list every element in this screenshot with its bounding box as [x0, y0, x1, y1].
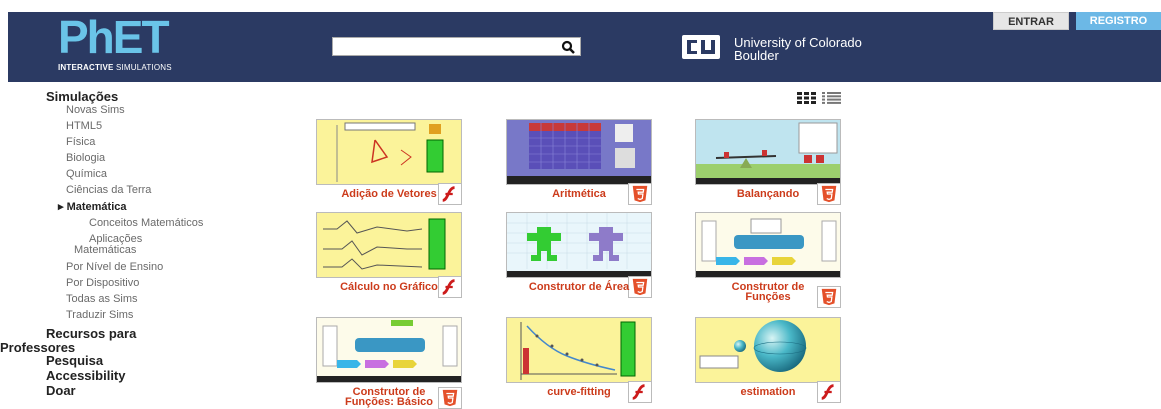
- sim-title[interactable]: Cálculo no Gráfico: [316, 282, 462, 293]
- sidebar-item[interactable]: Traduzir Sims: [66, 309, 133, 321]
- sidebar-item[interactable]: Por Nível de Ensino: [66, 261, 163, 273]
- sim-thumbnail[interactable]: [695, 212, 841, 278]
- sim-card[interactable]: Construtor de Funções: Básico: [316, 317, 462, 409]
- sidebar-item-active[interactable]: ▸ Matemática: [58, 200, 127, 213]
- sim-thumbnail[interactable]: [316, 317, 462, 383]
- sim-card[interactable]: curve-fitting: [506, 317, 652, 403]
- logo-main: PhET: [58, 11, 170, 63]
- sidebar-donate[interactable]: Doar: [46, 383, 76, 398]
- sim-card[interactable]: Construtor de Funções: [695, 212, 841, 308]
- sim-card[interactable]: estimation: [695, 317, 841, 403]
- sim-title[interactable]: Aritmética: [506, 189, 652, 200]
- sidebar-item[interactable]: Ciências da Terra: [66, 184, 151, 196]
- logo-sub: INTERACTIVE SIMULATIONS: [58, 63, 172, 72]
- sim-thumbnail[interactable]: [506, 212, 652, 278]
- sim-thumbnail[interactable]: [316, 119, 462, 185]
- sidebar-accessibility[interactable]: Accessibility: [46, 368, 126, 383]
- active-label: Matemática: [66, 201, 127, 213]
- sidebar-item[interactable]: Novas Sims: [66, 104, 125, 116]
- sidebar-teacher-resources-line1[interactable]: Recursos para: [46, 326, 136, 341]
- sidebar-item[interactable]: Por Dispositivo: [66, 277, 139, 289]
- sim-card[interactable]: Cálculo no Gráfico: [316, 212, 462, 298]
- sim-card[interactable]: Aritmética: [506, 119, 652, 205]
- sidebar-subitem[interactable]: Conceitos Matemáticos: [89, 217, 203, 229]
- cu-boulder-brand[interactable]: University of Colorado Boulder: [681, 32, 911, 64]
- list-view-icon[interactable]: [822, 92, 841, 104]
- sim-thumbnail[interactable]: [695, 119, 841, 185]
- logo-sub-bold: INTERACTIVE: [58, 63, 114, 72]
- sim-title[interactable]: Construtor de Área: [506, 282, 652, 293]
- sim-card[interactable]: Construtor de Área: [506, 212, 652, 298]
- logo-sub-rest: SIMULATIONS: [113, 63, 172, 72]
- sim-title[interactable]: estimation: [695, 387, 841, 398]
- search-icon[interactable]: [561, 40, 575, 54]
- sidebar-item[interactable]: Química: [66, 168, 107, 180]
- sim-title[interactable]: Balançando: [695, 189, 841, 200]
- sim-card[interactable]: Balançando: [695, 119, 841, 205]
- register-button[interactable]: REGISTRO: [1076, 12, 1161, 30]
- login-button[interactable]: ENTRAR: [993, 12, 1069, 30]
- sim-thumbnail[interactable]: [506, 317, 652, 383]
- view-toggle: [797, 92, 841, 104]
- sim-card[interactable]: Adição de Vetores: [316, 119, 462, 205]
- cu-logo-icon: [682, 35, 720, 59]
- sim-thumbnail[interactable]: [316, 212, 462, 278]
- sim-title-line2[interactable]: Funções: Básico: [316, 397, 462, 408]
- grid-view-icon[interactable]: [797, 92, 816, 104]
- search-input[interactable]: [332, 37, 581, 56]
- sidebar-item[interactable]: Física: [66, 136, 95, 148]
- sidebar-simulations[interactable]: Simulações: [46, 89, 118, 104]
- university-line2: Boulder: [734, 48, 779, 63]
- sim-thumbnail[interactable]: [506, 119, 652, 185]
- university-name: University of Colorado Boulder: [734, 36, 862, 62]
- sim-thumbnail[interactable]: [695, 317, 841, 383]
- active-marker-icon: ▸: [58, 201, 64, 213]
- sidebar-item[interactable]: HTML5: [66, 120, 102, 132]
- sidebar-subitem-2-line2[interactable]: Matemáticas: [74, 245, 136, 256]
- sim-title[interactable]: curve-fitting: [506, 387, 652, 398]
- sidebar-item[interactable]: Todas as Sims: [66, 293, 138, 305]
- sim-title[interactable]: Adição de Vetores: [316, 189, 462, 200]
- phet-logo[interactable]: PhET INTERACTIVE SIMULATIONS: [58, 14, 233, 74]
- sidebar-item[interactable]: Biologia: [66, 152, 105, 164]
- sim-title-line2[interactable]: Funções: [695, 292, 841, 303]
- sidebar-research[interactable]: Pesquisa: [46, 353, 103, 368]
